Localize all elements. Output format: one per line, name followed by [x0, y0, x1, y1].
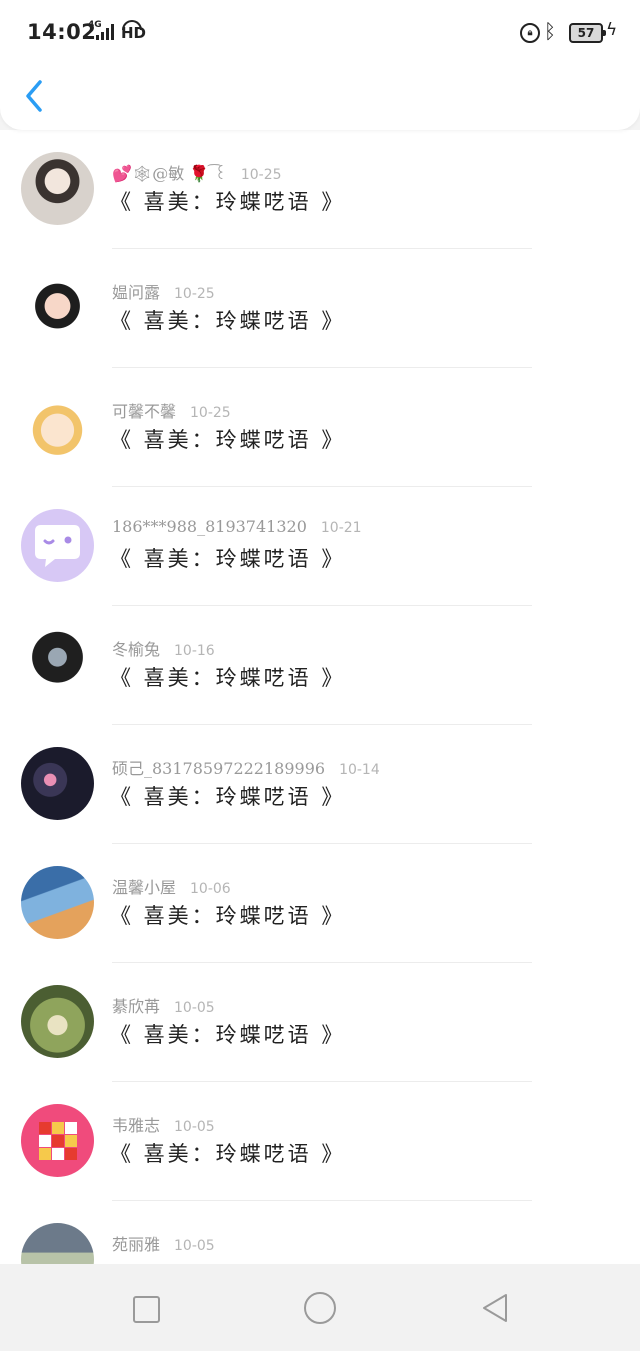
user-name: 温馨小屋 [112, 878, 177, 897]
item-title: 《 喜美：玲蝶呓语 》 [110, 904, 346, 928]
user-name: 苑丽雅 [112, 1235, 161, 1254]
user-name: 💕🕸@敏 🌹 ͡꒰ [112, 164, 227, 183]
post-date: 10-25 [174, 286, 215, 302]
avatar[interactable] [21, 390, 94, 463]
list-item[interactable]: 綦欣苒 10-05 《 喜美：玲蝶呓语 》 [0, 963, 640, 1082]
post-date: 10-25 [240, 167, 282, 183]
item-title: 《 喜美：玲蝶呓语 》 [110, 1023, 346, 1047]
avatar[interactable] [21, 866, 94, 939]
item-title: 《 喜美：玲蝶呓语 》 [110, 547, 346, 571]
recent-apps-icon[interactable] [133, 1296, 160, 1323]
top-header: 14:02 4G HD 🔒︎ ᛒ 57 ϟ [0, 0, 640, 130]
post-date: 10-21 [320, 520, 362, 536]
post-date: 10-25 [190, 405, 231, 421]
back-arrow-icon[interactable] [22, 76, 48, 116]
item-title: 《 喜美：玲蝶呓语 》 [110, 309, 346, 333]
post-date: 10-06 [190, 881, 231, 897]
home-icon[interactable] [304, 1292, 336, 1324]
post-date: 10-14 [339, 762, 380, 778]
rubik-cube-icon [39, 1122, 77, 1160]
hd-label: HD [121, 24, 147, 42]
user-name: 媪问露 [112, 283, 161, 302]
user-name: 硕己_83178597222189996 [112, 759, 326, 778]
list-item[interactable]: 可馨不馨 10-25 《 喜美：玲蝶呓语 》 [0, 368, 640, 487]
list-item[interactable]: 硕己_83178597222189996 10-14 《 喜美：玲蝶呓语 》 [0, 725, 640, 844]
list-item[interactable]: 温馨小屋 10-06 《 喜美：玲蝶呓语 》 [0, 844, 640, 963]
system-nav-bar [0, 1264, 640, 1351]
post-date: 10-05 [174, 1238, 215, 1254]
avatar[interactable] [21, 509, 94, 582]
bluetooth-icon: ᛒ [544, 19, 556, 43]
clock: 14:02 [27, 20, 97, 44]
user-name: 可馨不馨 [112, 402, 177, 421]
user-name: 冬榆兔 [112, 640, 161, 659]
message-list[interactable]: 💕🕸@敏 🌹 ͡꒰ 10-25 《 喜美：玲蝶呓语 》 媪问露 10-25 《 喜美… [0, 130, 640, 1264]
charging-icon: ϟ [606, 20, 618, 40]
post-date: 10-05 [174, 1000, 215, 1016]
list-item[interactable]: 💕🕸@敏 🌹 ͡꒰ 10-25 《 喜美：玲蝶呓语 》 [0, 130, 640, 249]
item-title: 《 喜美：玲蝶呓语 》 [110, 785, 346, 809]
list-item[interactable]: 冬榆兔 10-16 《 喜美：玲蝶呓语 》 [0, 606, 640, 725]
avatar[interactable] [21, 747, 94, 820]
avatar[interactable] [21, 1223, 94, 1264]
list-item[interactable]: 186***988_8193741320 10-21 《 喜美：玲蝶呓语 》 [0, 487, 640, 606]
rotation-lock-icon: 🔒︎ [520, 23, 540, 43]
user-name: 186***988_8193741320 [112, 517, 307, 536]
status-bar: 14:02 4G HD 🔒︎ ᛒ 57 ϟ [0, 0, 640, 64]
avatar[interactable] [21, 271, 94, 344]
battery-icon: 57 [569, 23, 606, 43]
user-name: 韦雅志 [112, 1116, 161, 1135]
avatar[interactable] [21, 628, 94, 701]
user-name: 綦欣苒 [112, 997, 161, 1016]
list-item[interactable]: 韦雅志 10-05 《 喜美：玲蝶呓语 》 [0, 1082, 640, 1201]
chat-bubble-icon [35, 525, 80, 567]
post-date: 10-16 [174, 643, 215, 659]
avatar[interactable] [21, 985, 94, 1058]
post-date: 10-05 [174, 1119, 215, 1135]
item-title: 《 喜美：玲蝶呓语 》 [110, 428, 346, 452]
avatar[interactable] [21, 152, 94, 225]
signal-icon [96, 24, 116, 40]
list-item[interactable]: 媪问露 10-25 《 喜美：玲蝶呓语 》 [0, 249, 640, 368]
list-item[interactable]: 苑丽雅 10-05 [0, 1201, 640, 1264]
item-title: 《 喜美：玲蝶呓语 》 [110, 1142, 346, 1166]
avatar[interactable] [21, 1104, 94, 1177]
item-title: 《 喜美：玲蝶呓语 》 [110, 190, 346, 214]
item-title: 《 喜美：玲蝶呓语 》 [110, 666, 346, 690]
nav-back-icon[interactable] [480, 1292, 510, 1324]
